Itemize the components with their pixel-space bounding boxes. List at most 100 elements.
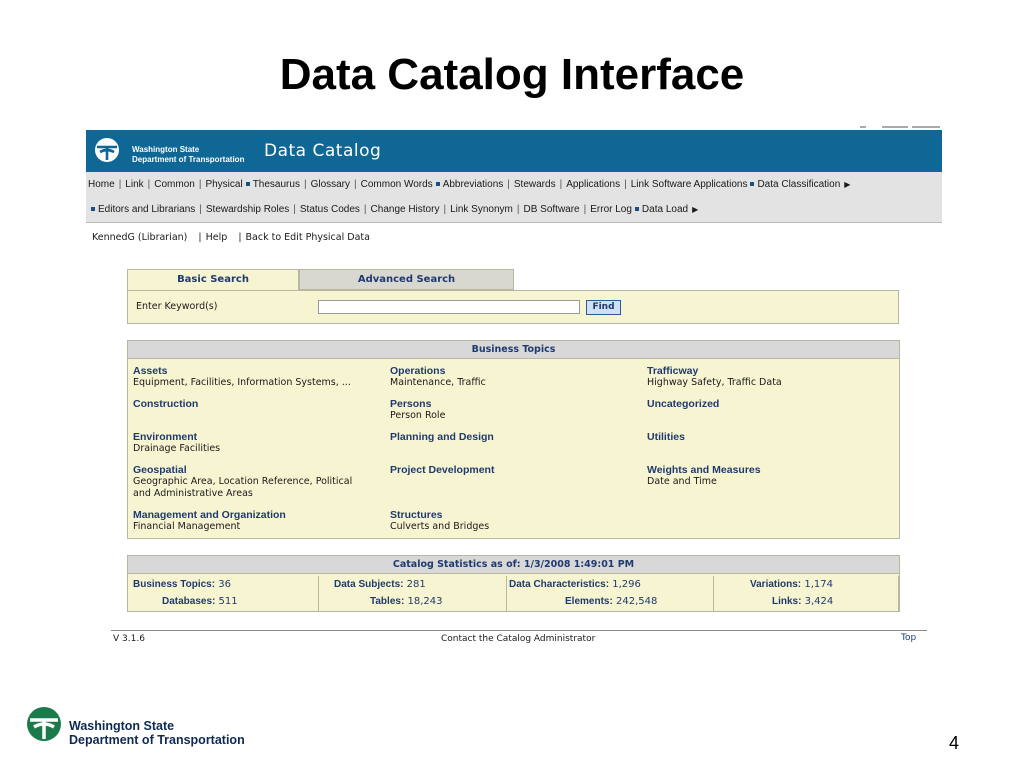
topic-title[interactable]: Geospatial [133, 464, 373, 476]
business-topics-panel: Business Topics Assets Equipment, Facilit… [127, 340, 900, 539]
submenu-arrow-icon: ▶ [692, 204, 699, 214]
wsdot-logo-icon [95, 138, 119, 162]
bullet-icon [245, 182, 250, 186]
nav-stewardship-roles[interactable]: Stewardship Roles [206, 204, 289, 215]
stat-business-topics: Business Topics: 36 [133, 579, 231, 590]
topic-desc: Highway Safety, Traffic Data [647, 377, 782, 388]
stat-tables: Tables: 18,243 [370, 596, 443, 607]
nav-editors-and-librarians[interactable]: Editors and Librarians [98, 204, 195, 215]
nav-physical[interactable]: Physical [205, 179, 242, 190]
topic-project-development: Project Development [390, 464, 640, 476]
wsdot-logo-icon [27, 707, 61, 741]
app-banner: Washington State Department of Transport… [86, 130, 942, 172]
topic-structures: Structures Culverts and Bridges [390, 509, 640, 533]
topic-desc: Date and Time [647, 476, 717, 487]
nav-status-codes[interactable]: Status Codes [300, 204, 360, 215]
nav-link-software-applications[interactable]: Link Software Applications [631, 179, 748, 190]
bullet-icon [435, 182, 440, 186]
banner-logo-text: Washington State Department of Transport… [132, 145, 245, 164]
tab-advanced-search[interactable]: Advanced Search [299, 269, 514, 290]
topic-desc: Financial Management [133, 521, 241, 532]
topic-trafficway: Trafficway Highway Safety, Traffic Data [647, 365, 897, 389]
topic-weights-and-measures: Weights and Measures Date and Time [647, 464, 897, 488]
topic-title[interactable]: Planning and Design [390, 431, 640, 443]
stat-links: Links: 3,424 [772, 596, 834, 607]
nav-common[interactable]: Common [154, 179, 195, 190]
topic-desc: Maintenance, Traffic [390, 377, 486, 388]
topic-title[interactable]: Operations [390, 365, 640, 377]
stat-databases: Databases: 511 [162, 596, 238, 607]
slide-footer-logo: Washington State Department of Transport… [26, 706, 266, 747]
stat-elements: Elements: 242,548 [565, 596, 658, 607]
bullet-icon [750, 182, 755, 186]
contact-admin-link[interactable]: Contact the Catalog Administrator [441, 634, 595, 644]
topic-title[interactable]: Assets [133, 365, 383, 377]
nav-bar: Home | Link | Common | Physical Thesaurus | … [86, 172, 942, 223]
stat-data-subjects: Data Subjects: 281 [334, 579, 426, 590]
nav-link-synonym[interactable]: Link Synonym [450, 204, 513, 215]
slide-logo-text: Washington State Department of Transport… [69, 719, 245, 747]
topic-persons: Persons Person Role [390, 398, 640, 422]
topic-title[interactable]: Utilities [647, 431, 897, 443]
topic-title[interactable]: Construction [133, 398, 383, 410]
nav-home[interactable]: Home [88, 179, 115, 190]
nav-change-history[interactable]: Change History [371, 204, 440, 215]
stat-data-characteristics: Data Characteristics: 1,296 [509, 579, 641, 590]
search-tabs: Basic Search Advanced Search [127, 269, 514, 291]
topic-planning-and-design: Planning and Design [390, 431, 640, 443]
keyword-label: Enter Keyword(s) [136, 301, 218, 312]
topic-desc: Equipment, Facilities, Information Syste… [133, 377, 351, 388]
nav-error-log[interactable]: Error Log [590, 204, 632, 215]
nav-abbreviations[interactable]: Abbreviations [443, 179, 504, 190]
catalog-statistics-panel: Catalog Statistics as of: 1/3/2008 1:49:… [127, 555, 900, 612]
app-title: Data Catalog [264, 141, 382, 161]
stat-variations: Variations: 1,174 [750, 579, 833, 590]
bullet-icon [634, 207, 639, 211]
scrollbar-ticks [860, 126, 942, 129]
topic-uncategorized: Uncategorized [647, 398, 897, 410]
nav-row-1: Home | Link | Common | Physical Thesaurus | … [88, 178, 851, 190]
nav-common-words[interactable]: Common Words [361, 179, 433, 190]
version-text: V 3.1.6 [113, 634, 145, 644]
topic-title[interactable]: Structures [390, 509, 640, 521]
nav-glossary[interactable]: Glossary [311, 179, 350, 190]
business-topics-header: Business Topics [128, 341, 899, 359]
submenu-arrow-icon: ▶ [844, 179, 851, 189]
slide-title: Data Catalog Interface [279, 50, 745, 99]
topic-title[interactable]: Environment [133, 431, 383, 443]
topic-title[interactable]: Management and Organization [133, 509, 383, 521]
nav-stewards[interactable]: Stewards [514, 179, 556, 190]
nav-data-classification[interactable]: Data Classification [757, 179, 840, 190]
find-button[interactable]: Find [586, 300, 621, 315]
nav-thesaurus[interactable]: Thesaurus [253, 179, 300, 190]
topic-operations: Operations Maintenance, Traffic [390, 365, 640, 389]
topic-environment: Environment Drainage Facilities [133, 431, 383, 455]
user-line: KennedG (Librarian) | Help | Back to Edit … [92, 232, 370, 243]
back-to-edit-link[interactable]: Back to Edit Physical Data [246, 232, 370, 243]
help-link[interactable]: Help [206, 232, 228, 243]
keyword-input[interactable] [318, 300, 580, 314]
footer-divider [111, 630, 927, 631]
tab-basic-search[interactable]: Basic Search [127, 269, 299, 291]
topic-title[interactable]: Persons [390, 398, 640, 410]
topic-title[interactable]: Uncategorized [647, 398, 897, 410]
nav-db-software[interactable]: DB Software [523, 204, 579, 215]
topic-title[interactable]: Trafficway [647, 365, 897, 377]
nav-applications[interactable]: Applications [566, 179, 620, 190]
nav-row-2: Editors and Librarians | Stewardship Role… [88, 199, 698, 219]
topic-desc: Culverts and Bridges [390, 521, 490, 532]
topic-management-and-organization: Management and Organization Financial Man… [133, 509, 383, 533]
wsdot-banner-logo[interactable]: Washington State Department of Transport… [94, 137, 254, 165]
top-link[interactable]: Top [901, 633, 916, 643]
nav-data-load[interactable]: Data Load [642, 204, 688, 215]
current-user: KennedG (Librarian) [92, 232, 188, 243]
topic-desc: Person Role [390, 410, 446, 421]
topic-title[interactable]: Project Development [390, 464, 640, 476]
topic-utilities: Utilities [647, 431, 897, 443]
topic-desc: Drainage Facilities [133, 443, 221, 454]
nav-link[interactable]: Link [125, 179, 143, 190]
topic-construction: Construction [133, 398, 383, 410]
topic-assets: Assets Equipment, Facilities, Information… [133, 365, 383, 389]
topic-desc: Geographic Area, Location Reference, Pol… [133, 476, 353, 499]
topic-title[interactable]: Weights and Measures [647, 464, 897, 476]
